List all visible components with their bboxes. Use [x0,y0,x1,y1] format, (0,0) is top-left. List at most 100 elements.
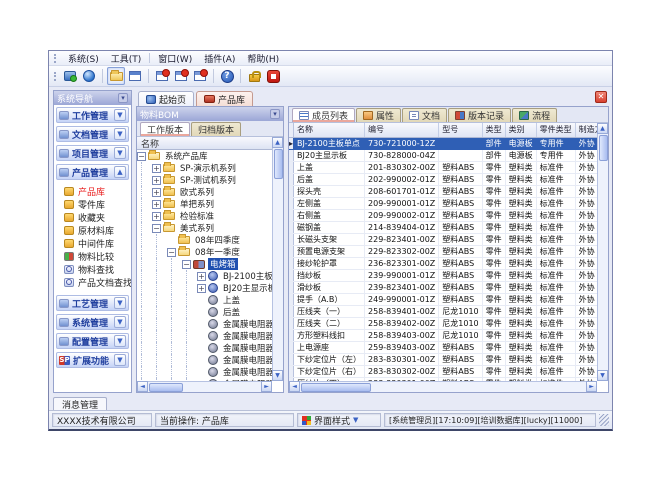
sidebar-group-文档管理[interactable]: 文档管理▼ [56,126,129,142]
menubar-grip[interactable] [54,54,57,63]
tree-item-08年四季度[interactable]: 08年四季度 [137,234,272,246]
tab-归档版本[interactable]: 归档版本 [191,122,241,136]
folder-button[interactable] [107,67,125,85]
chevron-down-icon[interactable]: ▼ [114,316,126,328]
sidebar-group-工作管理[interactable]: 工作管理▼ [56,107,129,123]
expand-plus-icon[interactable]: + [152,188,161,197]
tab-工作版本[interactable]: 工作版本 [140,122,190,136]
close-tab-button[interactable]: ✕ [595,91,607,103]
table-row[interactable]: 下纱定位片（右）283-830302-00Z塑料ABS零件塑料类标准件外协条 [289,365,597,377]
window-close-button[interactable] [191,67,209,85]
table-row[interactable]: 压线夹（一）258-839401-00Z尼龙1010零件塑料类标准件外协条 [289,305,597,317]
table-row[interactable]: 滑纱板239-823401-00Z塑料ABS零件塑料类标准件外协条 [289,281,597,293]
menu-item-5[interactable]: 帮助(H) [241,51,285,66]
sidebar-group-扩展功能[interactable]: SP扩展功能▼ [56,352,129,368]
menu-item-1[interactable]: 系统(S) [62,51,105,66]
scroll-right-icon[interactable]: ► [586,381,597,392]
table-row[interactable]: 右侧盖209-990002-01Z塑料ABS零件塑料类标准件外协条 [289,209,597,221]
tab-产品库[interactable]: 产品库 [196,91,253,106]
column-header-类型[interactable]: 类型 [482,123,505,137]
expand-plus-icon[interactable]: + [152,212,161,221]
menu-item-3[interactable]: 窗口(W) [152,51,198,66]
collapse-minus-icon[interactable]: − [152,224,161,233]
chevron-down-icon[interactable]: ▼ [114,128,126,140]
window-save-button[interactable] [172,67,190,85]
scroll-left-icon[interactable]: ◄ [289,381,300,392]
menu-item-2[interactable]: 工具(T) [105,51,148,66]
tree-item-BJ-2100主板单点[interactable]: +BJ-2100主板单点 [137,270,272,282]
chevron-down-icon[interactable]: ▼ [114,335,126,347]
lock-button[interactable] [245,67,263,85]
table-row[interactable]: ▸BJ-2100主板单点730-721000-12Z部件电源板专用件外协颗 [289,137,597,149]
table-row[interactable]: 上电源座259-839403-00Z塑料ABS零件塑料类标准件外协条 [289,341,597,353]
column-header-类别[interactable]: 类别 [505,123,536,137]
grid-horizontal-scrollbar[interactable]: ◄ ► [289,381,597,392]
tree-item-金属膜电阻器[interactable]: 金属膜电阻器 [137,354,272,366]
ui-style-button[interactable]: 界面样式 ▼ [297,413,381,427]
sidebar-group-工艺管理[interactable]: 工艺管理▼ [56,295,129,311]
sidebar-item-产品文档查找[interactable]: 产品文档查找 [56,276,129,289]
sidebar-group-项目管理[interactable]: 项目管理▼ [56,145,129,161]
tree-item-系统产品库[interactable]: −系统产品库 [137,150,272,162]
column-header-型号[interactable]: 型号 [439,123,482,137]
sidebar-item-收藏夹[interactable]: 收藏夹 [56,211,129,224]
chevron-up-icon[interactable]: ▲ [114,166,126,178]
chevron-down-icon[interactable]: ▼ [114,297,126,309]
tab-属性[interactable]: 属性 [356,108,401,122]
logout-button[interactable] [264,67,282,85]
scroll-up-icon[interactable]: ▲ [272,137,283,148]
globe-button[interactable] [80,67,98,85]
column-header-名称[interactable]: 名称 [294,123,365,137]
expand-plus-icon[interactable]: + [197,284,206,293]
tree-item-BJ20主显示板[interactable]: +BJ20主显示板 [137,282,272,294]
sidebar-group-配置管理[interactable]: 配置管理▼ [56,333,129,349]
sidebar-group-系统管理[interactable]: 系统管理▼ [56,314,129,330]
table-row[interactable]: 下纱定位片（左）283-830301-00Z塑料ABS零件塑料类标准件外协条 [289,353,597,365]
tab-流程[interactable]: 流程 [512,108,557,122]
tree-item-SP-测试机系列[interactable]: +SP-测试机系列 [137,174,272,186]
menu-item-4[interactable]: 插件(A) [198,51,241,66]
expand-plus-icon[interactable]: + [197,272,206,281]
tree-item-金属膜电阻器[interactable]: 金属膜电阻器 [137,366,272,378]
tab-起始页[interactable]: 起始页 [138,91,194,106]
expand-plus-icon[interactable]: + [152,176,161,185]
resize-grip[interactable] [599,414,609,426]
expand-plus-icon[interactable]: + [152,164,161,173]
tree-item-美式系列[interactable]: −美式系列 [137,222,272,234]
grid-vscroll-thumb[interactable] [599,135,608,161]
collapse-minus-icon[interactable]: − [182,260,191,269]
table-row[interactable]: 提手（A.B）249-990001-01Z塑料ABS零件塑料类标准件外协条 [289,293,597,305]
sidebar-item-物料查找[interactable]: 物料查找 [56,263,129,276]
table-row[interactable]: 预置电源支架229-823302-00Z塑料ABS零件塑料类标准件外协条 [289,245,597,257]
column-header-制造方式[interactable]: 制造方式 [575,123,597,137]
table-row[interactable]: 左侧盖209-990001-01Z塑料ABS零件塑料类标准件外协条 [289,197,597,209]
tree-item-金属膜电阻器[interactable]: 金属膜电阻器 [137,330,272,342]
tree-item-SP-演示机系列[interactable]: +SP-演示机系列 [137,162,272,174]
grid-vertical-scrollbar[interactable]: ▲ ▼ [597,123,608,381]
table-row[interactable]: 方形塑料线扣258-839403-00Z尼龙1010零件塑料类标准件外协条 [289,329,597,341]
sidebar-item-产品库[interactable]: 产品库 [56,185,129,198]
workspace-button[interactable] [61,67,79,85]
tree-horizontal-scrollbar[interactable]: ◄ ► [137,381,272,392]
layout-button[interactable] [126,67,144,85]
chevron-down-icon[interactable]: ▼ [114,109,126,121]
expand-plus-icon[interactable]: + [152,200,161,209]
tree-vscroll-thumb[interactable] [274,149,283,179]
sidebar-menu-icon[interactable]: ▾ [118,93,128,103]
help-button[interactable] [218,67,236,85]
collapse-minus-icon[interactable]: − [137,152,146,161]
sidebar-item-物料比较[interactable]: 物料比较 [56,250,129,263]
scroll-down-icon[interactable]: ▼ [597,370,608,381]
chevron-down-icon[interactable]: ▼ [114,147,126,159]
scroll-right-icon[interactable]: ► [261,381,272,392]
table-row[interactable]: 压线夹（二）258-839402-00Z尼龙1010零件塑料类标准件外协条 [289,317,597,329]
tree-vertical-scrollbar[interactable]: ▲ ▼ [272,137,283,381]
sidebar-group-产品管理[interactable]: 产品管理▲ [56,164,129,180]
window-new-button[interactable] [153,67,171,85]
table-row[interactable]: 长磁头支架229-823401-00Z塑料ABS零件塑料类标准件外协条 [289,233,597,245]
scroll-down-icon[interactable]: ▼ [272,370,283,381]
table-row[interactable]: 挡纱板239-990001-01Z塑料ABS零件塑料类标准件外协条 [289,269,597,281]
tree-hscroll-thumb[interactable] [149,383,183,392]
sidebar-item-中间件库[interactable]: 中间件库 [56,237,129,250]
collapse-minus-icon[interactable]: − [167,248,176,257]
